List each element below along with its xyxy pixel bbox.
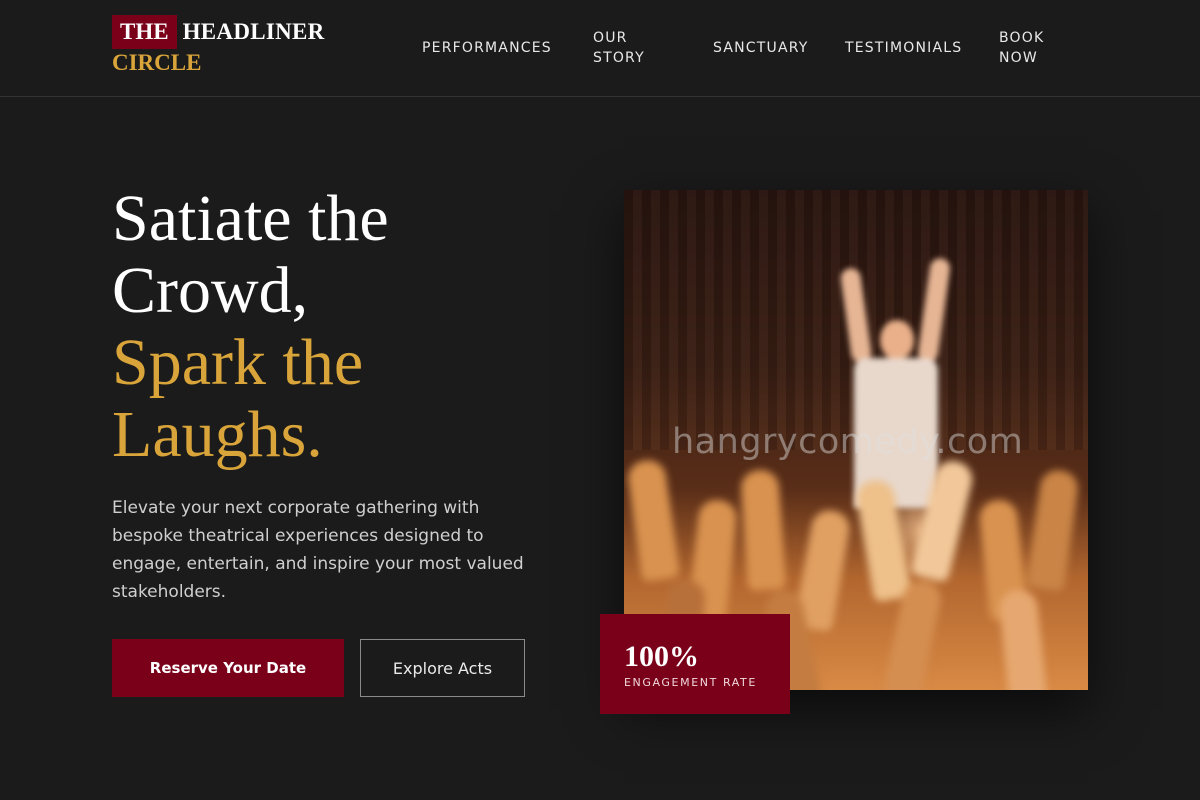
hero-title-line-2: Crowd, [112, 254, 309, 327]
main-nav: PERFORMANCES OUR STORY SANCTUARY TESTIMO… [0, 0, 1200, 96]
hero-title: Satiate the Crowd, Spark the Laughs. [112, 183, 572, 471]
crowd-hand [625, 457, 681, 583]
crowd-hand [739, 468, 787, 592]
nav-testimonials[interactable]: TESTIMONIALS [845, 38, 962, 58]
explore-acts-button[interactable]: Explore Acts [360, 639, 525, 697]
stat-label: ENGAGEMENT RATE [624, 676, 757, 689]
nav-book-now[interactable]: BOOK NOW [999, 28, 1069, 68]
performer-head [880, 320, 914, 360]
engagement-stat-card: 100% ENGAGEMENT RATE [600, 614, 790, 714]
hero-title-line-1: Satiate the [112, 182, 389, 255]
crowd-hand [1025, 467, 1081, 593]
reserve-date-button[interactable]: Reserve Your Date [112, 639, 344, 697]
hero-description: Elevate your next corporate gathering wi… [112, 498, 524, 602]
image-watermark: hangrycomedy.com [672, 422, 1024, 462]
crowd-hand [997, 588, 1049, 690]
crowd-hand [853, 477, 913, 603]
hero-title-line-4: Laughs. [112, 398, 323, 471]
stat-value: 100% [624, 640, 699, 673]
hero-title-line-3: Spark the [112, 326, 364, 399]
nav-performances[interactable]: PERFORMANCES [422, 38, 552, 58]
nav-sanctuary[interactable]: SANCTUARY [713, 38, 809, 58]
site-header: THE HEADLINER CIRCLE PERFORMANCES OUR ST… [0, 0, 1200, 97]
nav-our-story[interactable]: OUR STORY [593, 28, 663, 68]
crowd-hand [910, 457, 976, 583]
